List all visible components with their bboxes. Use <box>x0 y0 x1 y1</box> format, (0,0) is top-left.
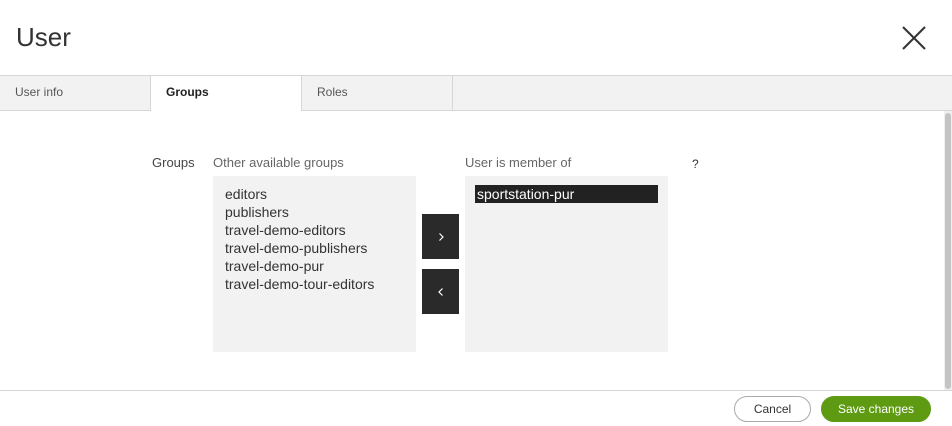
dialog-header: User <box>0 0 952 75</box>
list-item-selected[interactable]: sportstation-pur <box>475 185 658 203</box>
tab-label: Groups <box>166 85 209 99</box>
scrollbar[interactable] <box>944 111 952 390</box>
available-groups-list[interactable]: editors publishers travel-demo-editors t… <box>213 176 416 352</box>
tab-label: User info <box>15 85 64 99</box>
tab-groups[interactable]: Groups <box>151 75 302 112</box>
list-item[interactable]: travel-demo-editors <box>225 221 404 239</box>
close-button[interactable] <box>898 22 930 54</box>
dialog-title: User <box>16 22 71 52</box>
member-groups-list[interactable]: sportstation-pur <box>465 176 668 352</box>
user-dialog: User User info Groups Roles Groups Other… <box>0 0 952 426</box>
groups-field-label: Groups <box>152 155 195 170</box>
chevron-right-icon <box>438 232 444 241</box>
list-item[interactable]: travel-demo-pur <box>225 257 404 275</box>
available-groups-label: Other available groups <box>213 155 344 170</box>
list-item[interactable]: publishers <box>225 203 404 221</box>
tab-bar: User info Groups Roles <box>0 75 952 112</box>
dialog-footer: Cancel Save changes <box>0 390 952 426</box>
scrollbar-thumb[interactable] <box>945 113 951 389</box>
close-icon <box>902 26 926 50</box>
help-link[interactable]: ? <box>692 157 699 171</box>
list-item[interactable]: travel-demo-tour-editors <box>225 275 404 293</box>
save-changes-button[interactable]: Save changes <box>821 396 931 422</box>
groups-panel: Groups Other available groups editors pu… <box>0 111 945 390</box>
tab-user-info[interactable]: User info <box>0 75 151 111</box>
list-item[interactable]: editors <box>225 185 404 203</box>
cancel-button[interactable]: Cancel <box>734 396 811 422</box>
remove-from-member-button[interactable] <box>422 269 459 314</box>
add-to-member-button[interactable] <box>422 214 459 259</box>
tab-label: Roles <box>317 85 348 99</box>
member-groups-label: User is member of <box>465 155 572 170</box>
chevron-left-icon <box>437 287 443 296</box>
list-item[interactable]: travel-demo-publishers <box>225 239 404 257</box>
tab-roles[interactable]: Roles <box>302 75 453 111</box>
